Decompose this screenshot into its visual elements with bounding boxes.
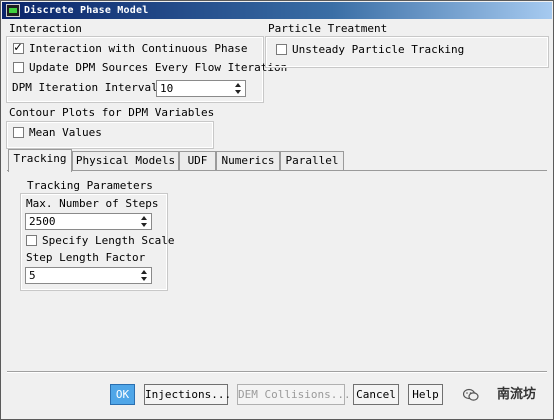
spin-up-icon[interactable] (235, 83, 241, 87)
tab-numerics[interactable]: Numerics (216, 151, 280, 170)
spinner-arrows[interactable] (140, 269, 150, 282)
tab-tracking[interactable]: Tracking (8, 149, 72, 172)
particle-treatment-group-label: Particle Treatment (268, 22, 388, 35)
spin-value: 10 (160, 82, 174, 95)
spin-down-icon[interactable] (141, 277, 147, 281)
tab-physical-models[interactable]: Physical Models (72, 151, 179, 170)
help-button[interactable]: Help (408, 384, 443, 405)
app-icon (6, 4, 20, 17)
checkbox-box[interactable] (13, 127, 24, 138)
checkbox-label: Interaction with Continuous Phase (29, 42, 248, 55)
title-bar[interactable]: Discrete Phase Model (2, 2, 552, 19)
wechat-logo-icon (463, 388, 479, 401)
dialog-window: Discrete Phase Model Interaction ✓ Inter… (0, 0, 554, 420)
tracking-parameters-label: Tracking Parameters (27, 179, 153, 192)
max-number-of-steps-label: Max. Number of Steps (26, 197, 159, 210)
watermark-text: 南流坊 (497, 387, 537, 402)
cancel-button[interactable]: Cancel (353, 384, 399, 405)
spin-value: 2500 (29, 215, 56, 228)
checkbox-box[interactable] (13, 62, 24, 73)
checkbox-label: Specify Length Scale (42, 234, 175, 247)
step-length-factor-label: Step Length Factor (26, 251, 146, 264)
checkbox-label: Update DPM Sources Every Flow Iteration (29, 61, 288, 74)
step-length-factor-input[interactable]: 5 (25, 267, 152, 284)
checkbox-box[interactable] (26, 235, 37, 246)
injections-button[interactable]: Injections... (144, 384, 231, 405)
checkbox-box[interactable]: ✓ (13, 40, 24, 55)
interaction-group-label: Interaction (9, 22, 82, 35)
max-number-of-steps-input[interactable]: 2500 (25, 213, 152, 230)
spinner-arrows[interactable] (140, 215, 150, 228)
window-title: Discrete Phase Model (24, 5, 149, 16)
checkbox-box[interactable] (276, 44, 287, 55)
spin-value: 5 (29, 269, 36, 282)
checkbox-label: Unsteady Particle Tracking (292, 43, 465, 56)
dem-collisions-button[interactable]: DEM Collisions... (237, 384, 351, 405)
spin-up-icon[interactable] (141, 270, 147, 274)
button-bar-separator (7, 371, 547, 373)
tab-parallel[interactable]: Parallel (280, 151, 344, 170)
checkbox-label: Mean Values (29, 126, 102, 139)
check-icon: ✓ (14, 40, 22, 55)
contour-plots-group-label: Contour Plots for DPM Variables (9, 106, 215, 119)
ok-button[interactable]: OK (110, 384, 135, 405)
spin-down-icon[interactable] (235, 90, 241, 94)
spin-up-icon[interactable] (141, 216, 147, 220)
dpm-iteration-interval-label: DPM Iteration Interval (12, 81, 158, 94)
spinner-arrows[interactable] (234, 82, 244, 95)
dpm-iteration-interval-input[interactable]: 10 (156, 80, 246, 97)
spin-down-icon[interactable] (141, 223, 147, 227)
tab-udf[interactable]: UDF (179, 151, 216, 170)
